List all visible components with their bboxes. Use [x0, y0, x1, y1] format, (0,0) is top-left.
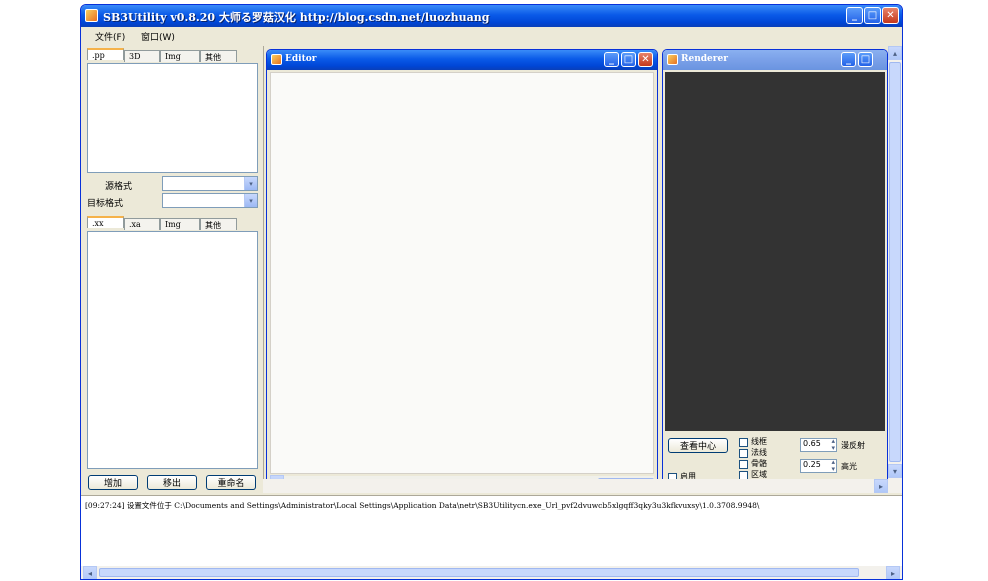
window-title: SB3Utility v0.8.20 大师る罗菇汉化 http://blog.c…: [103, 11, 490, 24]
normals-checkbox[interactable]: [739, 449, 748, 458]
tab-other-2[interactable]: 其他: [200, 218, 237, 230]
tab-xx[interactable]: .xx: [87, 216, 124, 228]
renderer-title-bar[interactable]: Renderer _ □: [663, 50, 887, 70]
log-hscrollbar[interactable]: ◂ ▸: [81, 566, 902, 579]
rename-button[interactable]: 重命名: [206, 475, 256, 490]
scroll-up-icon[interactable]: ▴: [888, 46, 902, 60]
render-viewport[interactable]: [665, 72, 885, 431]
renderer-title: Renderer: [681, 54, 728, 64]
editor-close-button[interactable]: ✕: [638, 52, 653, 67]
editor-minimize-button[interactable]: _: [604, 52, 619, 67]
specular-label: 高光: [841, 462, 857, 471]
minimize-button[interactable]: _: [846, 7, 863, 24]
scroll-right-icon[interactable]: ▸: [886, 566, 900, 579]
target-format-label: 目标格式: [87, 199, 124, 209]
editor-window: Editor _ □ ✕ ◂: [266, 49, 658, 489]
add-button[interactable]: 增加: [88, 475, 138, 490]
menu-window[interactable]: 窗口(W): [137, 30, 179, 43]
bones-checkbox[interactable]: [739, 460, 748, 469]
source-format-dropdown[interactable]: ▾: [162, 176, 258, 191]
diffuse-spinner[interactable]: 0.65 ▴ ▾: [800, 437, 837, 452]
scroll-down-icon[interactable]: ▾: [888, 464, 902, 478]
specular-value: 0.25: [803, 460, 821, 469]
bones-label: 骨骼: [751, 459, 767, 468]
main-window: SB3Utility v0.8.20 大师る罗菇汉化 http://blog.c…: [80, 4, 903, 580]
mdi-hscrollbar[interactable]: ▸: [263, 479, 888, 493]
renderer-minimize-button[interactable]: _: [841, 52, 856, 67]
app-icon: [85, 9, 98, 22]
editor-maximize-button[interactable]: □: [621, 52, 636, 67]
title-bar[interactable]: SB3Utility v0.8.20 大师る罗菇汉化 http://blog.c…: [81, 5, 902, 27]
diffuse-value: 0.65: [803, 439, 821, 448]
remove-button[interactable]: 移出: [147, 475, 197, 490]
tab-pp[interactable]: .pp: [87, 48, 124, 60]
diffuse-label: 漫反射: [841, 441, 865, 450]
renderer-icon: [667, 54, 678, 65]
tab-img[interactable]: Img: [160, 50, 200, 62]
close-button[interactable]: ✕: [882, 7, 899, 24]
log-line: [09:27:24] 设置文件位于 C:\Documents and Setti…: [85, 501, 760, 510]
menu-bar: 文件(F) 窗口(W): [81, 27, 902, 45]
mdi-vscrollbar[interactable]: ▴ ▾: [888, 46, 902, 493]
spin-down-icon[interactable]: ▾: [831, 465, 835, 473]
wireframe-label: 线框: [751, 437, 767, 446]
mdi-scroll-thumb[interactable]: [889, 62, 901, 462]
tab-xa[interactable]: .xa: [124, 218, 160, 230]
tab-3d[interactable]: 3D: [124, 50, 160, 62]
editor-title: Editor: [285, 54, 317, 64]
specular-spinner[interactable]: 0.25 ▴ ▾: [800, 458, 837, 473]
view-center-button[interactable]: 查看中心: [668, 438, 728, 453]
editor-title-bar[interactable]: Editor _ □ ✕: [267, 50, 657, 70]
tab-other[interactable]: 其他: [200, 50, 237, 62]
normals-label: 法线: [751, 448, 767, 457]
wireframe-checkbox[interactable]: [739, 438, 748, 447]
spin-down-icon[interactable]: ▾: [831, 444, 835, 452]
pp-file-list[interactable]: [87, 63, 258, 173]
maximize-button[interactable]: □: [864, 7, 881, 24]
source-format-label: 源格式: [105, 182, 133, 192]
scroll-right-icon[interactable]: ▸: [874, 479, 888, 493]
log-panel[interactable]: [09:27:24] 设置文件位于 C:\Documents and Setti…: [81, 495, 902, 579]
scroll-left-icon[interactable]: ◂: [83, 566, 97, 579]
tab-img-2[interactable]: Img: [160, 218, 200, 230]
xx-file-list[interactable]: [87, 231, 258, 469]
chevron-down-icon[interactable]: ▾: [244, 177, 257, 190]
renderer-maximize-button[interactable]: □: [858, 52, 873, 67]
editor-icon: [271, 54, 282, 65]
editor-content[interactable]: [270, 72, 654, 474]
renderer-window: Renderer _ □ 查看中心 线框 法线 骨骼 区域 启用 0.65 ▴ …: [662, 49, 888, 489]
menu-file[interactable]: 文件(F): [91, 30, 129, 43]
target-format-dropdown[interactable]: ▾: [162, 193, 258, 208]
log-scroll-thumb[interactable]: [99, 568, 859, 577]
chevron-down-icon[interactable]: ▾: [244, 194, 257, 207]
